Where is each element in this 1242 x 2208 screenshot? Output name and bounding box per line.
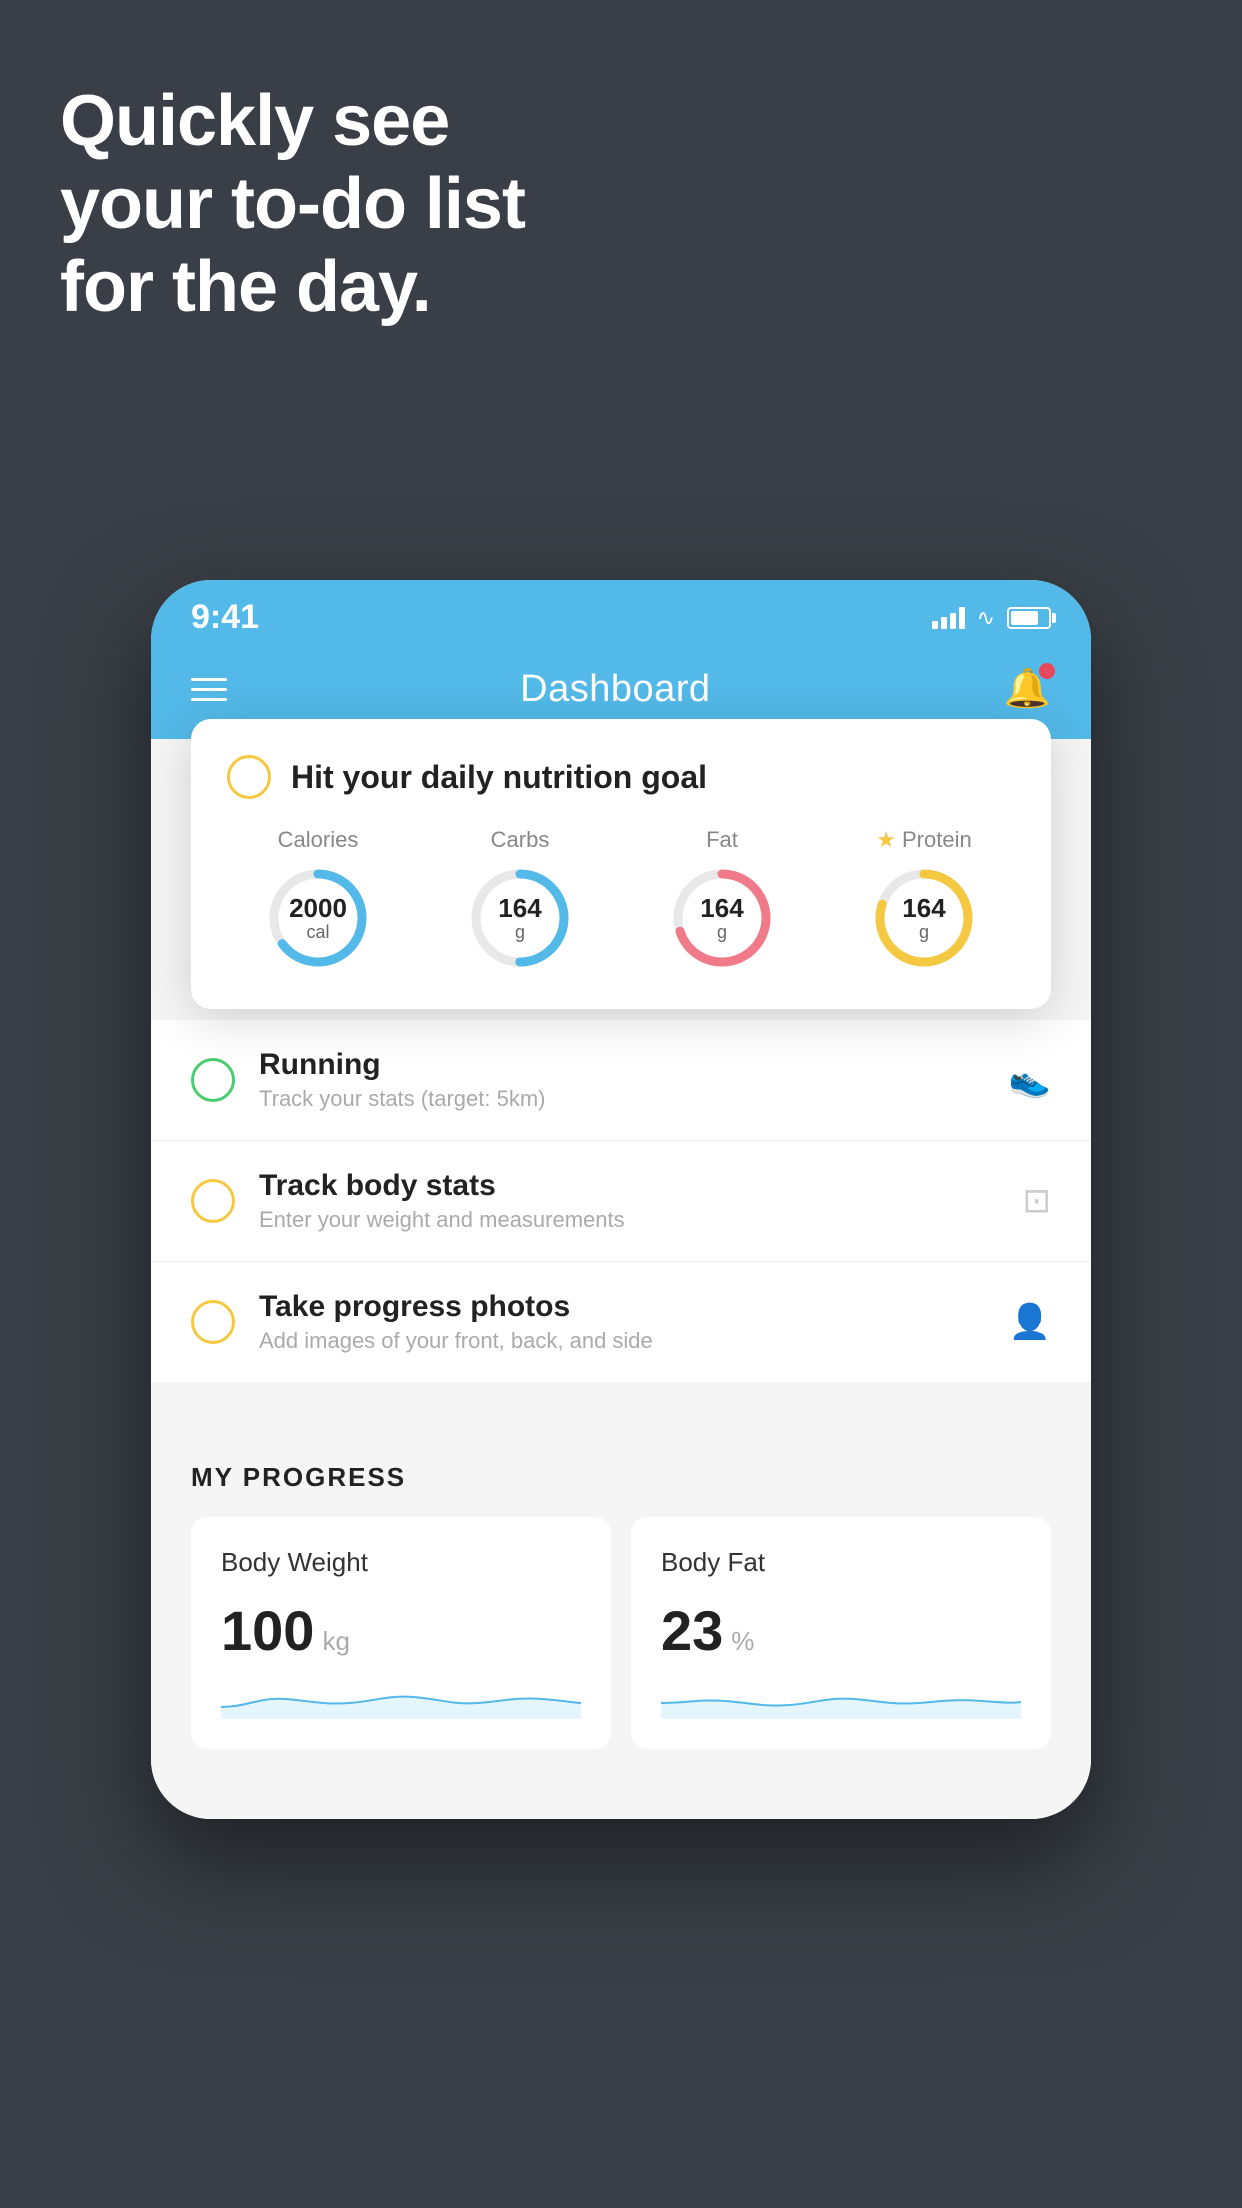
my-progress-header: MY PROGRESS: [191, 1462, 1051, 1493]
todo-list: Running Track your stats (target: 5km) 👟…: [151, 1020, 1091, 1382]
phone-shell: 9:41 ∿ Dashboard 🔔 THINGS TO DO TODA: [151, 580, 1091, 1819]
shoe-icon: 👟: [1009, 1060, 1051, 1100]
signal-icon: [932, 607, 965, 629]
running-checkbox[interactable]: [191, 1058, 235, 1102]
my-progress-section: MY PROGRESS Body Weight 100 kg: [151, 1422, 1091, 1769]
todo-item-running[interactable]: Running Track your stats (target: 5km) 👟: [151, 1020, 1091, 1141]
protein-label: Protein: [902, 827, 972, 853]
nutrition-card: Hit your daily nutrition goal Calories 2…: [191, 719, 1051, 1009]
fat-ring: 164 g: [667, 863, 777, 973]
notification-dot: [1039, 663, 1055, 679]
app-title: Dashboard: [520, 668, 710, 711]
progress-photos-text: Take progress photos Add images of your …: [259, 1290, 985, 1354]
body-fat-value-row: 23 %: [661, 1598, 1021, 1663]
body-stats-title: Track body stats: [259, 1169, 999, 1203]
progress-cards: Body Weight 100 kg Body Fat: [191, 1517, 1051, 1749]
wifi-icon: ∿: [977, 605, 995, 631]
progress-photos-title: Take progress photos: [259, 1290, 985, 1324]
body-stats-subtitle: Enter your weight and measurements: [259, 1207, 999, 1233]
protein-label-row: ★ Protein: [876, 827, 971, 853]
progress-photos-checkbox[interactable]: [191, 1300, 235, 1344]
scale-icon: ⊡: [1023, 1181, 1052, 1221]
nutrition-card-title: Hit your daily nutrition goal: [291, 759, 707, 796]
body-weight-title: Body Weight: [221, 1547, 581, 1578]
person-icon: 👤: [1009, 1302, 1051, 1342]
calories-ring: 2000 cal: [263, 863, 373, 973]
body-fat-card: Body Fat 23 %: [631, 1517, 1051, 1749]
protein-item: ★ Protein 164 g: [869, 827, 979, 973]
battery-icon: [1007, 607, 1051, 629]
body-fat-wave: [661, 1679, 1021, 1719]
body-weight-wave: [221, 1679, 581, 1719]
todo-item-progress-photos[interactable]: Take progress photos Add images of your …: [151, 1262, 1091, 1382]
hero-text: Quickly see your to-do list for the day.: [60, 80, 525, 328]
todo-item-body-stats[interactable]: Track body stats Enter your weight and m…: [151, 1141, 1091, 1262]
carbs-item: Carbs 164 g: [465, 827, 575, 973]
nutrition-row: Calories 2000 cal Carbs: [227, 827, 1015, 973]
body-weight-card: Body Weight 100 kg: [191, 1517, 611, 1749]
app-content: THINGS TO DO TODAY Hit your daily nutrit…: [151, 739, 1091, 1819]
running-text: Running Track your stats (target: 5km): [259, 1048, 985, 1112]
body-fat-unit: %: [731, 1626, 754, 1657]
fat-item: Fat 164 g: [667, 827, 777, 973]
body-stats-text: Track body stats Enter your weight and m…: [259, 1169, 999, 1233]
nutrition-checkbox[interactable]: [227, 755, 271, 799]
body-weight-value: 100: [221, 1598, 314, 1663]
calories-item: Calories 2000 cal: [263, 827, 373, 973]
body-fat-title: Body Fat: [661, 1547, 1021, 1578]
notification-bell-button[interactable]: 🔔: [1004, 667, 1051, 711]
carbs-ring: 164 g: [465, 863, 575, 973]
running-title: Running: [259, 1048, 985, 1082]
body-weight-value-row: 100 kg: [221, 1598, 581, 1663]
running-subtitle: Track your stats (target: 5km): [259, 1086, 985, 1112]
status-bar: 9:41 ∿: [151, 580, 1091, 647]
body-weight-unit: kg: [322, 1626, 349, 1657]
status-time: 9:41: [191, 598, 259, 637]
fat-label: Fat: [706, 827, 738, 853]
protein-ring: 164 g: [869, 863, 979, 973]
calories-label: Calories: [278, 827, 359, 853]
progress-photos-subtitle: Add images of your front, back, and side: [259, 1328, 985, 1354]
carbs-label: Carbs: [491, 827, 550, 853]
body-stats-checkbox[interactable]: [191, 1179, 235, 1223]
star-icon: ★: [876, 827, 896, 853]
body-fat-value: 23: [661, 1598, 723, 1663]
hamburger-button[interactable]: [191, 678, 227, 701]
status-icons: ∿: [932, 605, 1051, 631]
